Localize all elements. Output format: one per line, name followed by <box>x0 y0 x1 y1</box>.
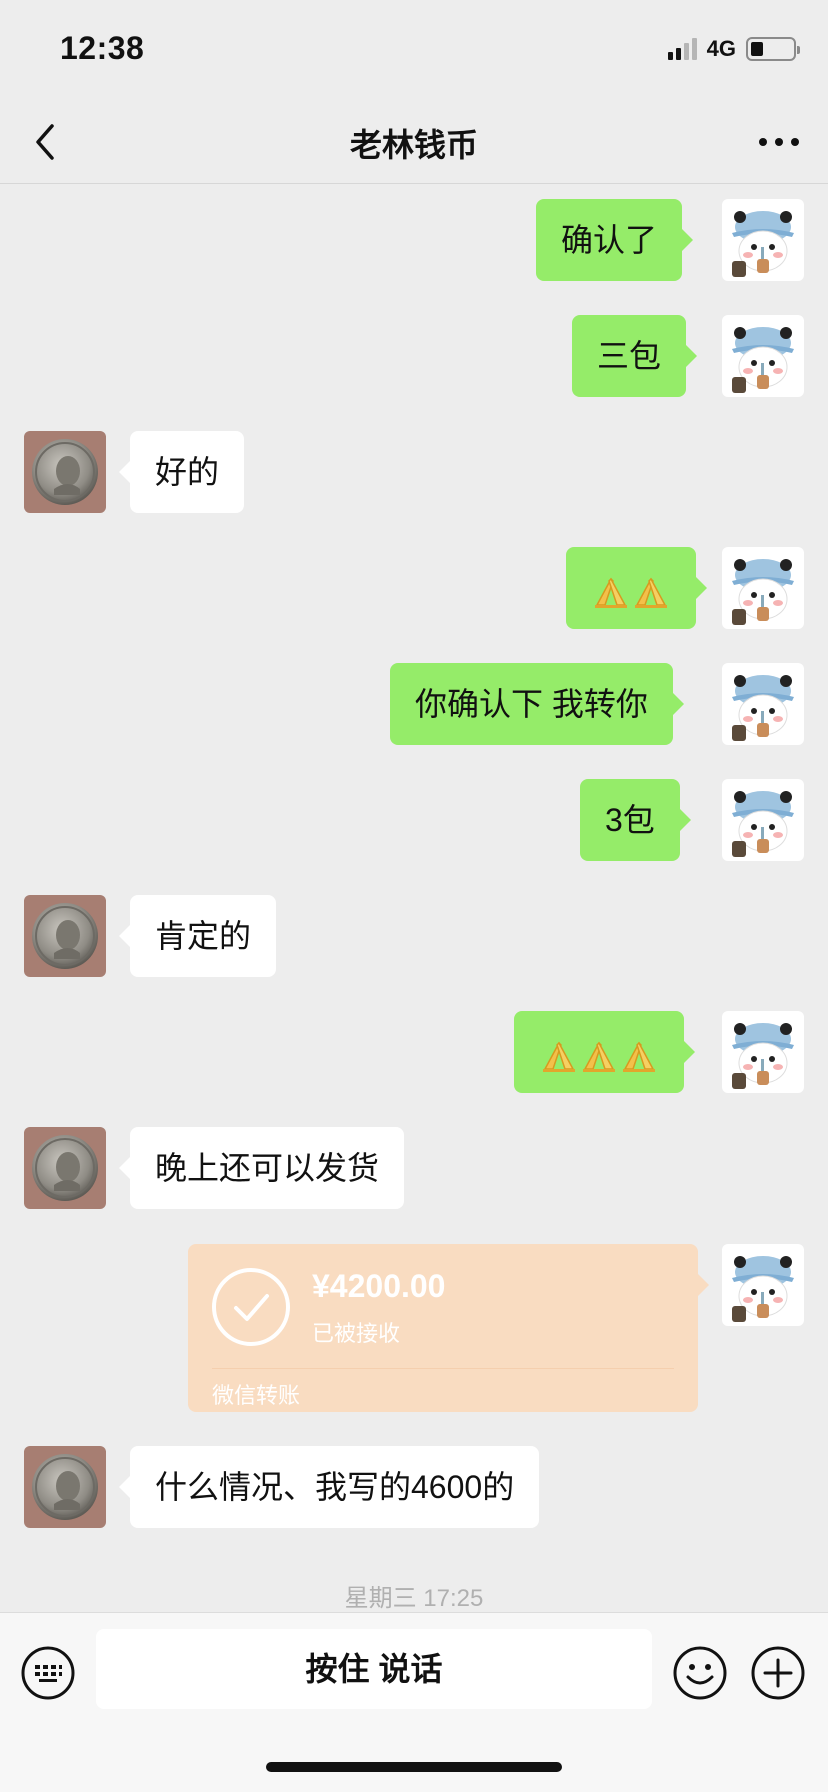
emoji-message-bubble[interactable] <box>566 547 707 629</box>
status-bar: 12:38 4G <box>0 0 828 100</box>
panda-avatar-icon <box>722 1244 804 1326</box>
more-actions-button[interactable] <box>750 1645 806 1701</box>
check-circle-icon <box>212 1268 290 1346</box>
status-time: 12:38 <box>60 30 145 66</box>
coin-avatar-icon <box>24 1446 106 1528</box>
folded-hands-icon <box>539 1035 579 1075</box>
emoji-button[interactable] <box>672 1645 728 1701</box>
transfer-divider <box>212 1368 674 1369</box>
folded-hands-icon <box>591 571 631 611</box>
battery-icon <box>746 37 800 61</box>
keyboard-icon <box>21 1646 75 1700</box>
home-indicator[interactable] <box>266 1762 562 1772</box>
smiley-icon <box>673 1646 727 1700</box>
folded-hands-icon <box>631 571 671 611</box>
timestamp: 星期三 17:25 <box>344 1585 484 1612</box>
my-avatar[interactable] <box>722 663 804 745</box>
more-dots-icon <box>759 138 799 146</box>
my-avatar[interactable] <box>722 779 804 861</box>
message-bubble[interactable]: 什么情况、我写的4600的 <box>118 1446 540 1528</box>
network-type: 4G <box>706 36 736 61</box>
transfer-card[interactable]: ¥4200.00 已被接收 微信转账 <box>188 1244 709 1412</box>
transfer-footer: 微信转账 <box>212 1383 301 1408</box>
message-bubble[interactable]: 好的 <box>118 431 245 513</box>
emoji-message-bubble[interactable] <box>514 1011 695 1093</box>
panda-avatar-icon <box>722 663 804 745</box>
coin-avatar-icon <box>24 1127 106 1209</box>
contact-avatar[interactable] <box>24 431 106 513</box>
keyboard-button[interactable] <box>20 1645 76 1701</box>
transfer-amount: ¥4200.00 <box>312 1268 446 1304</box>
contact-avatar[interactable] <box>24 1127 106 1209</box>
folded-hands-icon <box>619 1035 659 1075</box>
folded-hands-icon <box>579 1035 619 1075</box>
panda-avatar-icon <box>722 547 804 629</box>
coin-avatar-icon <box>24 431 106 513</box>
panda-avatar-icon <box>722 199 804 281</box>
my-avatar[interactable] <box>722 1244 804 1326</box>
status-indicators: 4G <box>667 36 800 62</box>
message-bubble[interactable]: 你确认下 我转你 <box>390 663 684 745</box>
signal-icon <box>667 38 697 60</box>
coin-avatar-icon <box>24 895 106 977</box>
panda-avatar-icon <box>722 779 804 861</box>
hold-to-talk-button[interactable]: 按住 说话 <box>96 1629 652 1709</box>
message-bubble[interactable]: 确认了 <box>536 199 694 281</box>
my-avatar[interactable] <box>722 199 804 281</box>
message-bubble[interactable]: 晚上还可以发货 <box>118 1127 405 1209</box>
my-avatar[interactable] <box>722 1011 804 1093</box>
panda-avatar-icon <box>722 315 804 397</box>
my-avatar[interactable] <box>722 315 804 397</box>
message-bubble[interactable]: 3包 <box>580 779 691 861</box>
chat-title: 老林钱币 <box>349 127 478 163</box>
contact-avatar[interactable] <box>24 1446 106 1528</box>
contact-avatar[interactable] <box>24 895 106 977</box>
more-button[interactable] <box>754 122 804 162</box>
chat-header: 老林钱币 <box>0 100 828 184</box>
my-avatar[interactable] <box>722 547 804 629</box>
plus-icon <box>751 1646 805 1700</box>
message-bubble[interactable]: 肯定的 <box>118 895 277 977</box>
transfer-status: 已被接收 <box>312 1321 401 1346</box>
message-bubble[interactable]: 三包 <box>572 315 698 397</box>
panda-avatar-icon <box>722 1011 804 1093</box>
